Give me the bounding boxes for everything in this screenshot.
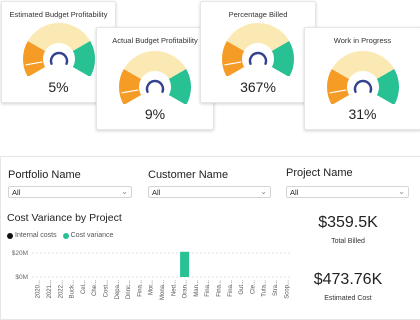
gauge-card-actual-budget-profitability: Actual Budget Profitability 9% [96, 27, 214, 130]
gauge-title: Actual Budget Profitability [112, 36, 198, 45]
gauge-chart [22, 23, 95, 76]
chevron-down-icon: ⌄ [398, 187, 405, 196]
chevron-down-icon: ⌄ [260, 187, 267, 196]
legend-item-cost-variance[interactable]: Cost variance [62, 232, 114, 239]
customer-dropdown-value: All [152, 188, 161, 197]
legend-item-internal-costs[interactable]: Internal costs [7, 232, 57, 239]
cost-variance-chart: $20M $0M 2020... 2021... 2022... Buck... Cel..… [12, 250, 292, 300]
x-tick-label: 2022... [58, 280, 64, 299]
project-slicer-title: Project Name [286, 167, 353, 179]
gauge-title: Percentage Billed [228, 10, 288, 19]
x-tick-label: Fina... [205, 280, 211, 297]
total-billed-value: $359.5K [318, 214, 378, 231]
gauge-title: Estimated Budget Profitability [9, 10, 108, 19]
y-tick-label: $0M [15, 274, 28, 281]
portfolio-dropdown-value: All [12, 188, 21, 197]
chart-legend: Internal costs Cost variance [7, 232, 119, 239]
estimated-cost-label: Estimated Cost [324, 295, 372, 302]
x-tick-label: Gut... [239, 280, 245, 295]
portfolio-slicer-title: Portfolio Name [8, 169, 81, 181]
x-tick-label: Stra... [273, 280, 279, 296]
x-tick-label: Buck... [70, 280, 76, 299]
x-tick-label: Fina... [228, 280, 234, 297]
gauge-chart [222, 23, 294, 76]
gauge-needle-hub [49, 51, 68, 65]
chart-title: Cost Variance by Project [7, 212, 122, 224]
gauge-needle-hub [353, 79, 372, 93]
x-tick-label: Mona... [160, 280, 166, 300]
x-tick-label: Oran... [183, 280, 189, 299]
x-tick-label: Tuta... [262, 280, 268, 297]
legend-dot [62, 232, 69, 239]
legend-label: Cost variance [70, 232, 114, 239]
gauge-chart [326, 51, 399, 104]
x-tick-label: Fina... [217, 280, 223, 297]
gauge-card-work-in-progress: Work in Progress 31% [304, 27, 420, 130]
gauge-title: Work in Progress [333, 36, 392, 45]
portfolio-dropdown[interactable]: All ⌄ [8, 186, 132, 198]
gauge-needle-hub [145, 79, 165, 93]
x-tick-label: Fina... [137, 280, 143, 297]
gauge-card-percentage-billed: Percentage Billed 367% [200, 1, 316, 103]
x-tick-label: Scop... [284, 280, 290, 299]
x-tick-label: Mor... [149, 280, 155, 295]
project-dropdown[interactable]: All ⌄ [286, 186, 409, 198]
x-tick-label: Depa... [115, 280, 121, 300]
x-tick-label: Cle... [250, 280, 256, 294]
legend-dot [7, 232, 13, 239]
legend-label: Internal costs [15, 232, 57, 239]
x-tick-label: 2020... [36, 280, 42, 299]
x-tick-label: Drinc... [126, 280, 132, 299]
x-tick-label: Man... [194, 280, 200, 297]
gauge-value: 367% [240, 79, 276, 95]
gauge-needle-hub [248, 51, 268, 65]
y-tick-label: $20M [12, 250, 28, 257]
x-tick-label: Che... [92, 280, 98, 296]
x-tick-label: 2021... [47, 280, 53, 299]
customer-slicer-title: Customer Name [148, 169, 229, 181]
estimated-cost-value: $473.76K [313, 271, 383, 288]
chevron-down-icon: ⌄ [121, 187, 128, 196]
gauge-value: 9% [144, 106, 166, 122]
x-tick-label: Ned... [171, 280, 177, 296]
bar-cost-variance [180, 251, 190, 277]
gauge-value: 31% [348, 106, 377, 122]
x-tick-label: Cel... [81, 280, 87, 294]
gauge-chart [119, 51, 191, 104]
project-dropdown-value: All [290, 188, 299, 197]
x-tick-label: Cost... [103, 280, 109, 298]
customer-dropdown[interactable]: All ⌄ [148, 186, 271, 198]
total-billed-label: Total Billed [331, 238, 365, 245]
